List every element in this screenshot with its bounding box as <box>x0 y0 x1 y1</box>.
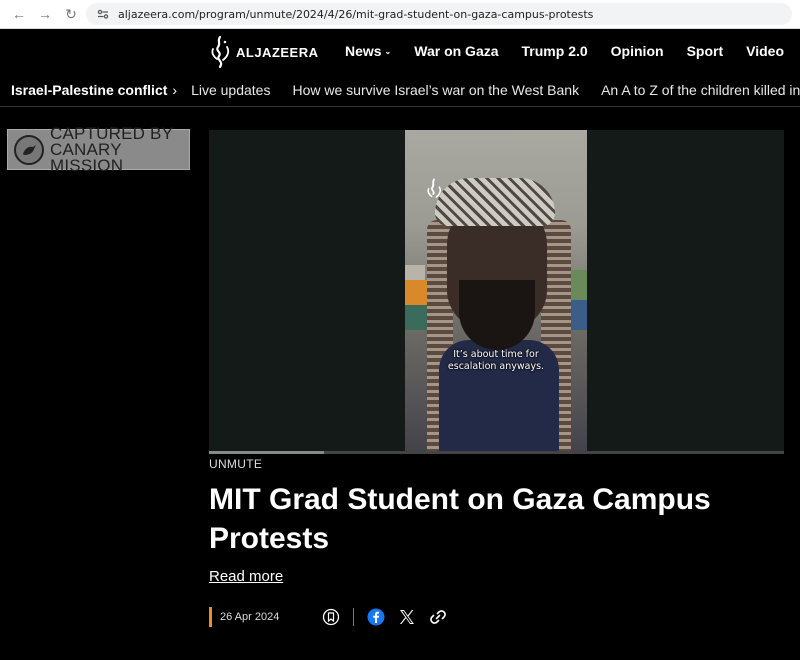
reload-icon[interactable]: ↻ <box>60 3 82 25</box>
caption-line-2: escalation anyways. <box>447 361 545 372</box>
chevron-right-icon: › <box>172 82 178 98</box>
x-share-icon[interactable] <box>398 608 416 626</box>
canary-line-2: CANARY MISSION <box>50 139 124 175</box>
video-caption: It’s about time for escalation anyways. <box>405 349 587 373</box>
date-accent-bar <box>209 607 212 627</box>
read-more-link[interactable]: Read more <box>209 568 283 585</box>
bookmark-icon[interactable] <box>322 608 340 626</box>
site-settings-icon[interactable] <box>96 7 110 21</box>
canary-mission-badge: CAPTURED BY CANARY MISSION <box>7 125 190 174</box>
topic-label: Israel-Palestine conflict <box>11 82 168 98</box>
keffiyeh-headwrap <box>435 178 555 226</box>
video-progress-fill <box>209 451 324 454</box>
aljazeera-logo[interactable]: ALJAZEERA <box>208 35 319 69</box>
program-category[interactable]: UNMUTE <box>209 457 262 471</box>
meta-divider <box>353 608 355 626</box>
subnav-a-to-z[interactable]: An A to Z of the children killed in Gaza <box>601 82 800 98</box>
site-header: ALJAZEERA News ⌄ War on Gaza Trump 2.0 Op… <box>0 29 800 74</box>
copy-link-icon[interactable] <box>429 608 447 626</box>
topic-link[interactable]: Israel-Palestine conflict › <box>11 82 177 98</box>
main-nav: News ⌄ War on Gaza Trump 2.0 Opinion Spor… <box>322 43 784 59</box>
aljazeera-logo-icon <box>211 35 230 69</box>
nav-opinion[interactable]: Opinion <box>611 43 664 59</box>
url-text: aljazeera.com/program/unmute/2024/4/26/m… <box>118 7 594 21</box>
caption-line-1: It’s about time for <box>453 349 539 360</box>
nav-war-on-gaza[interactable]: War on Gaza <box>414 43 498 59</box>
forward-arrow-icon[interactable]: → <box>34 3 56 25</box>
nav-sport[interactable]: Sport <box>687 43 724 59</box>
topic-subnav: Israel-Palestine conflict › Live updates … <box>0 74 800 107</box>
video-player[interactable]: It’s about time for escalation anyways. <box>209 130 784 454</box>
back-arrow-icon[interactable]: ← <box>8 3 30 25</box>
address-bar[interactable]: aljazeera.com/program/unmute/2024/4/26/m… <box>86 3 792 25</box>
facebook-share-icon[interactable] <box>367 608 385 626</box>
canary-bird-icon <box>14 134 44 165</box>
nav-video[interactable]: Video <box>746 43 784 59</box>
canary-badge-text: CAPTURED BY CANARY MISSION <box>50 125 189 175</box>
browser-toolbar: ← → ↻ aljazeera.com/program/unmute/2024/… <box>0 0 800 29</box>
logo-wordmark: ALJAZEERA <box>236 44 319 60</box>
article-meta: 26 Apr 2024 <box>209 606 447 628</box>
video-watermark-logo-icon <box>427 178 442 198</box>
nav-trump[interactable]: Trump 2.0 <box>522 43 588 59</box>
nav-news-label: News <box>344 43 382 59</box>
subnav-west-bank[interactable]: How we survive Israel’s war on the West … <box>292 82 579 98</box>
chevron-down-icon: ⌄ <box>384 46 392 56</box>
subnav-live-updates[interactable]: Live updates <box>191 82 270 98</box>
video-frame: It’s about time for escalation anyways. <box>405 130 587 454</box>
nav-news[interactable]: News ⌄ <box>345 43 391 59</box>
video-progress-track[interactable] <box>209 451 784 454</box>
article-headline: MIT Grad Student on Gaza Campus Protests <box>209 483 711 555</box>
publish-date: 26 Apr 2024 <box>220 611 280 623</box>
